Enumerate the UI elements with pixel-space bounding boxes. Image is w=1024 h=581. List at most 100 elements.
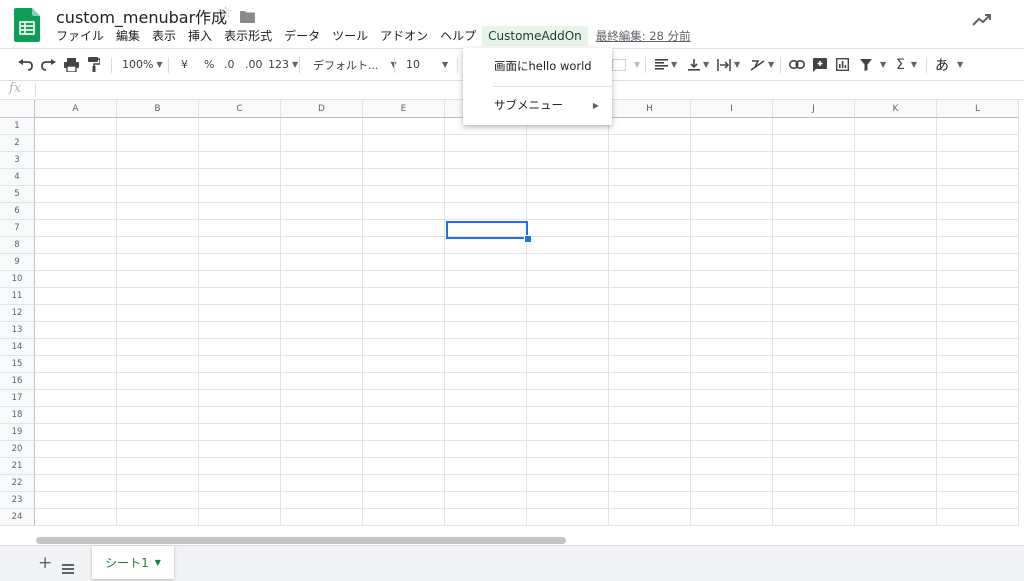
grid-cell[interactable] (445, 203, 527, 220)
grid-cell[interactable] (527, 373, 609, 390)
row-header[interactable]: 5 (0, 186, 35, 203)
grid-cell[interactable] (117, 118, 199, 135)
grid-cell[interactable] (609, 254, 691, 271)
grid-cell[interactable] (117, 186, 199, 203)
grid-cell[interactable] (117, 492, 199, 509)
grid-cell[interactable] (773, 475, 855, 492)
grid-cell[interactable] (855, 373, 937, 390)
grid-cell[interactable] (609, 475, 691, 492)
percent-button[interactable]: % (204, 49, 214, 80)
grid-cell[interactable] (35, 237, 117, 254)
grid-cell[interactable] (35, 458, 117, 475)
grid-cell[interactable] (35, 118, 117, 135)
grid-cell[interactable] (363, 509, 445, 526)
grid-cell[interactable] (363, 135, 445, 152)
column-header[interactable]: C (199, 100, 281, 118)
row-header[interactable]: 12 (0, 305, 35, 322)
grid-cell[interactable] (937, 186, 1019, 203)
grid-cell[interactable] (855, 509, 937, 526)
grid-cell[interactable] (691, 169, 773, 186)
grid-cell[interactable] (199, 356, 281, 373)
grid-cell[interactable] (199, 339, 281, 356)
filter-icon[interactable]: ▼ (860, 49, 886, 80)
grid-cell[interactable] (691, 441, 773, 458)
grid-cell[interactable] (773, 390, 855, 407)
grid-cell[interactable] (363, 322, 445, 339)
grid-cell[interactable] (35, 475, 117, 492)
grid-cell[interactable] (773, 322, 855, 339)
grid-cell[interactable] (609, 169, 691, 186)
decimal-decrease-button[interactable]: .0 (224, 49, 235, 80)
grid-cell[interactable] (117, 271, 199, 288)
grid-cell[interactable] (281, 441, 363, 458)
grid-cell[interactable] (855, 237, 937, 254)
grid-cell[interactable] (363, 441, 445, 458)
grid-cell[interactable] (199, 203, 281, 220)
column-header[interactable]: J (773, 100, 855, 118)
grid-cell[interactable] (35, 186, 117, 203)
grid-cell[interactable] (855, 186, 937, 203)
grid-cell[interactable] (937, 458, 1019, 475)
grid-cell[interactable] (937, 305, 1019, 322)
grid-cell[interactable] (855, 271, 937, 288)
grid-cell[interactable] (691, 356, 773, 373)
row-header[interactable]: 4 (0, 169, 35, 186)
grid-cell[interactable] (609, 220, 691, 237)
grid-cell[interactable] (691, 237, 773, 254)
grid-cell[interactable] (773, 186, 855, 203)
merge-icon[interactable]: ▼ (612, 49, 640, 80)
grid-cell[interactable] (281, 288, 363, 305)
comment-icon[interactable] (813, 49, 827, 80)
grid-cell[interactable] (773, 135, 855, 152)
grid-cell[interactable] (445, 288, 527, 305)
grid-cell[interactable] (35, 339, 117, 356)
grid-cell[interactable] (691, 254, 773, 271)
input-tools-select[interactable]: あ ▼ (935, 49, 963, 80)
grid-cell[interactable] (117, 305, 199, 322)
grid-cell[interactable] (937, 390, 1019, 407)
grid-cell[interactable] (281, 135, 363, 152)
grid-cell[interactable] (35, 390, 117, 407)
grid-cell[interactable] (35, 407, 117, 424)
menu-help[interactable]: ヘルプ (434, 26, 482, 46)
grid-cell[interactable] (855, 152, 937, 169)
grid-cell[interactable] (445, 186, 527, 203)
grid-cell[interactable] (855, 254, 937, 271)
grid-cell[interactable] (773, 254, 855, 271)
row-header[interactable]: 15 (0, 356, 35, 373)
grid-cell[interactable] (773, 339, 855, 356)
grid-cell[interactable] (117, 220, 199, 237)
grid-cell[interactable] (199, 458, 281, 475)
grid-cell[interactable] (937, 254, 1019, 271)
menu-data[interactable]: データ (278, 26, 326, 46)
grid-cell[interactable] (773, 509, 855, 526)
grid-cell[interactable] (527, 424, 609, 441)
grid-cell[interactable] (117, 424, 199, 441)
row-header[interactable]: 19 (0, 424, 35, 441)
grid-cell[interactable] (117, 152, 199, 169)
grid-cell[interactable] (691, 152, 773, 169)
grid-cell[interactable] (609, 186, 691, 203)
grid-cell[interactable] (855, 220, 937, 237)
grid-cell[interactable] (199, 254, 281, 271)
grid-cell[interactable] (445, 458, 527, 475)
grid-cell[interactable] (937, 373, 1019, 390)
row-header[interactable]: 23 (0, 492, 35, 509)
grid-cell[interactable] (609, 288, 691, 305)
row-header[interactable]: 9 (0, 254, 35, 271)
grid-cell[interactable] (281, 203, 363, 220)
menu-item-submenu[interactable]: サブメニュー ▶ (463, 90, 612, 120)
grid-cell[interactable] (363, 475, 445, 492)
menu-view[interactable]: 表示 (146, 26, 182, 46)
grid-cell[interactable] (199, 322, 281, 339)
grid-cell[interactable] (609, 135, 691, 152)
grid-cell[interactable] (937, 237, 1019, 254)
grid-cell[interactable] (117, 475, 199, 492)
grid-cell[interactable] (691, 373, 773, 390)
grid-cell[interactable] (445, 305, 527, 322)
grid-cell[interactable] (855, 203, 937, 220)
grid-cell[interactable] (773, 305, 855, 322)
row-header[interactable]: 13 (0, 322, 35, 339)
grid-cell[interactable] (35, 288, 117, 305)
grid-cell[interactable] (855, 339, 937, 356)
